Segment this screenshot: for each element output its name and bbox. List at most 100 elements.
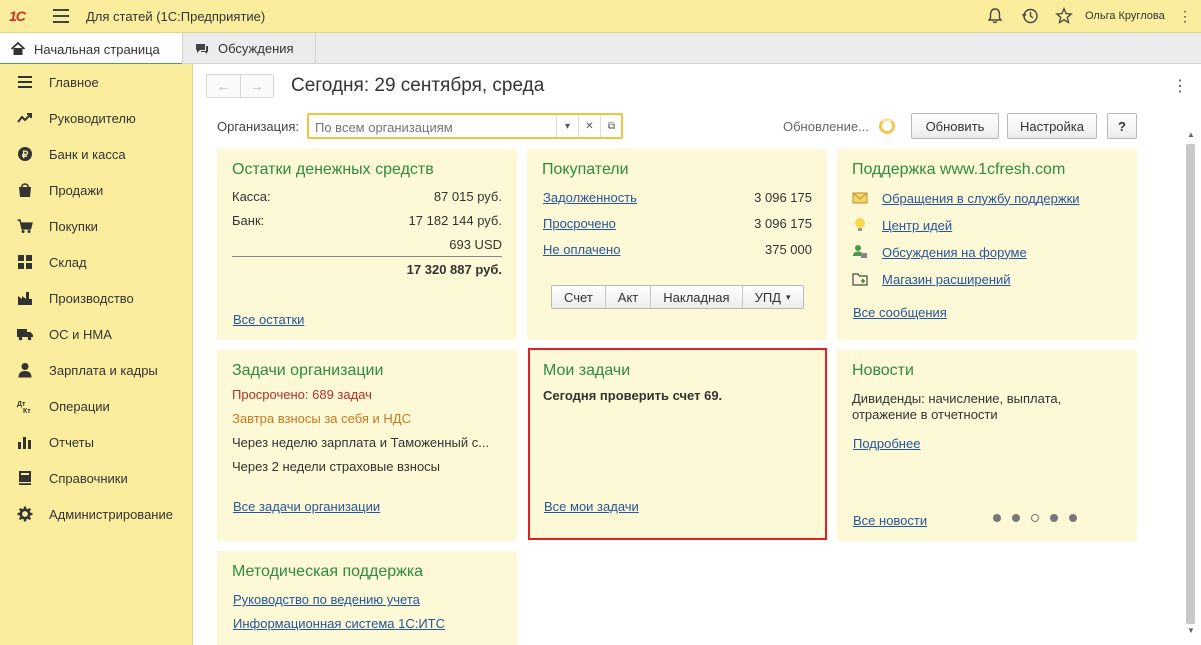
overdue-value: 3 096 175	[754, 216, 812, 231]
app-logo[interactable]: 1С	[9, 8, 26, 24]
scroll-up-icon[interactable]: ▲	[1187, 130, 1195, 139]
all-messages-link[interactable]: Все сообщения	[853, 305, 947, 320]
bell-icon[interactable]	[986, 7, 1004, 25]
news-pager	[993, 514, 1088, 522]
sidebar-item-purchases[interactable]: Покупки	[0, 208, 193, 244]
open-form-icon[interactable]: ⧉	[600, 115, 622, 137]
waybill-button[interactable]: Накладная	[651, 286, 743, 308]
sidebar-item-label: ОС и НМА	[49, 326, 112, 342]
pager-dot-active[interactable]	[1031, 514, 1039, 522]
accounting-guide-link[interactable]: Руководство по ведению учета	[233, 592, 420, 607]
svg-text:₽: ₽	[22, 150, 29, 161]
warehouse-icon	[17, 254, 33, 270]
forward-arrow-icon[interactable]: →	[241, 75, 274, 97]
sidebar-item-bank[interactable]: ₽ Банк и касса	[0, 136, 193, 172]
more-vertical-icon[interactable]: ⋮	[1176, 7, 1194, 25]
today-task[interactable]: Сегодня проверить счет 69.	[543, 388, 722, 403]
sidebar-item-reports[interactable]: Отчеты	[0, 424, 193, 460]
usd-value: 693 USD	[449, 237, 502, 252]
settings-button[interactable]: Настройка	[1007, 113, 1097, 139]
all-org-tasks-link[interactable]: Все задачи организации	[233, 499, 380, 514]
more-vertical-icon[interactable]: ⋮	[1172, 76, 1188, 96]
scroll-down-icon[interactable]: ▼	[1187, 626, 1195, 635]
overdue-link[interactable]: Просрочено	[543, 216, 616, 231]
overdue-tasks[interactable]: Просрочено: 689 задач	[232, 387, 372, 402]
forum-link[interactable]: Обсуждения на форуме	[882, 245, 1027, 260]
all-balances-link[interactable]: Все остатки	[233, 312, 304, 327]
refresh-button[interactable]: Обновить	[911, 113, 999, 139]
unpaid-link[interactable]: Не оплачено	[543, 242, 620, 257]
sidebar-item-salary[interactable]: Зарплата и кадры	[0, 352, 193, 388]
ideas-center-row[interactable]: Центр идей	[852, 217, 952, 233]
its-system-link[interactable]: Информационная система 1С:ИТС	[233, 616, 445, 631]
coin-icon: ₽	[17, 146, 33, 162]
sidebar-item-label: Операции	[49, 398, 110, 414]
support-request-link[interactable]: Обращения в службу поддержки	[882, 191, 1080, 206]
organization-input[interactable]	[315, 118, 551, 136]
user-name[interactable]: Ольга Круглова	[1085, 10, 1165, 22]
all-my-tasks-link[interactable]: Все мои задачи	[544, 499, 639, 514]
forum-row[interactable]: Обсуждения на форуме	[852, 244, 1027, 260]
sidebar-item-catalogs[interactable]: Справочники	[0, 460, 193, 496]
panel-title: Задачи организации	[232, 362, 384, 379]
loading-spinner-icon	[879, 118, 895, 134]
title-bar: 1С Для статей (1С:Предприятие) Ольга Кру…	[0, 0, 1201, 33]
act-button[interactable]: Акт	[606, 286, 652, 308]
chat-icon	[196, 43, 208, 54]
forum-icon	[852, 244, 868, 260]
sidebar-item-sales[interactable]: Продажи	[0, 172, 193, 208]
bag-icon	[17, 182, 33, 198]
support-request-row[interactable]: Обращения в службу поддержки	[852, 190, 1080, 206]
read-more-link[interactable]: Подробнее	[853, 436, 920, 451]
panel-title: Покупатели	[542, 161, 629, 178]
extensions-store-row[interactable]: Магазин расширений	[852, 271, 1011, 287]
document-buttons: Счет Акт Накладная УПД ▾	[551, 285, 804, 309]
debt-link[interactable]: Задолженность	[543, 190, 637, 205]
sidebar-item-director[interactable]: Руководителю	[0, 100, 193, 136]
clear-icon[interactable]: ✕	[578, 115, 600, 137]
main-menu-icon[interactable]	[53, 9, 69, 23]
back-arrow-icon[interactable]: ←	[207, 75, 241, 97]
tab-home-page[interactable]: Начальная страница	[0, 33, 183, 65]
sidebar-item-label: Отчеты	[49, 434, 94, 450]
envelope-icon	[852, 190, 868, 206]
all-news-link[interactable]: Все новости	[853, 513, 927, 528]
pager-dot[interactable]	[1012, 514, 1020, 522]
dropdown-arrow-icon[interactable]: ▾	[556, 115, 578, 137]
svg-text:Кт: Кт	[23, 408, 31, 414]
extensions-store-link[interactable]: Магазин расширений	[882, 272, 1011, 287]
help-button[interactable]: ?	[1107, 113, 1137, 139]
upd-button[interactable]: УПД ▾	[743, 286, 803, 308]
tab-discussions[interactable]: Обсуждения	[184, 33, 316, 64]
week-tasks[interactable]: Через неделю зарплата и Таможенный с...	[232, 435, 489, 450]
news-panel: Новости Дивиденды: начисление, выплата, …	[837, 350, 1137, 541]
cash-balances-panel: Остатки денежных средств Касса: 87 015 р…	[217, 149, 517, 340]
sidebar-item-label: Главное	[49, 74, 99, 90]
book-icon	[17, 470, 33, 486]
sidebar-item-admin[interactable]: Администрирование	[0, 496, 193, 532]
pager-dot[interactable]	[1069, 514, 1077, 522]
home-icon	[10, 41, 26, 55]
sidebar-item-operations[interactable]: Дт Кт Операции	[0, 388, 193, 424]
history-icon[interactable]	[1021, 7, 1039, 25]
sidebar-item-production[interactable]: Производство	[0, 280, 193, 316]
cart-icon	[17, 218, 33, 234]
invoice-button[interactable]: Счет	[552, 286, 606, 308]
lightbulb-icon	[852, 217, 868, 233]
support-panel: Поддержка www.1cfresh.com Обращения в сл…	[837, 149, 1137, 340]
chevron-down-icon: ▾	[785, 291, 791, 302]
dt-kt-icon: Дт Кт	[17, 398, 33, 414]
two-weeks-tasks[interactable]: Через 2 недели страховые взносы	[232, 459, 440, 474]
sidebar-item-warehouse[interactable]: Склад	[0, 244, 193, 280]
tomorrow-tasks[interactable]: Завтра взносы за себя и НДС	[232, 411, 411, 426]
sidebar-item-main[interactable]: Главное	[0, 64, 193, 100]
scroll-thumb[interactable]	[1186, 144, 1195, 624]
pager-dot[interactable]	[993, 514, 1001, 522]
pager-dot[interactable]	[1050, 514, 1058, 522]
ideas-center-link[interactable]: Центр идей	[882, 218, 952, 233]
sidebar-item-assets[interactable]: ОС и НМА	[0, 316, 193, 352]
organization-field: ▾ ✕ ⧉	[307, 113, 623, 139]
my-tasks-panel: Мои задачи Сегодня проверить счет 69. Вс…	[528, 348, 827, 540]
sidebar-item-label: Администрирование	[49, 506, 173, 522]
star-icon[interactable]	[1055, 7, 1073, 25]
